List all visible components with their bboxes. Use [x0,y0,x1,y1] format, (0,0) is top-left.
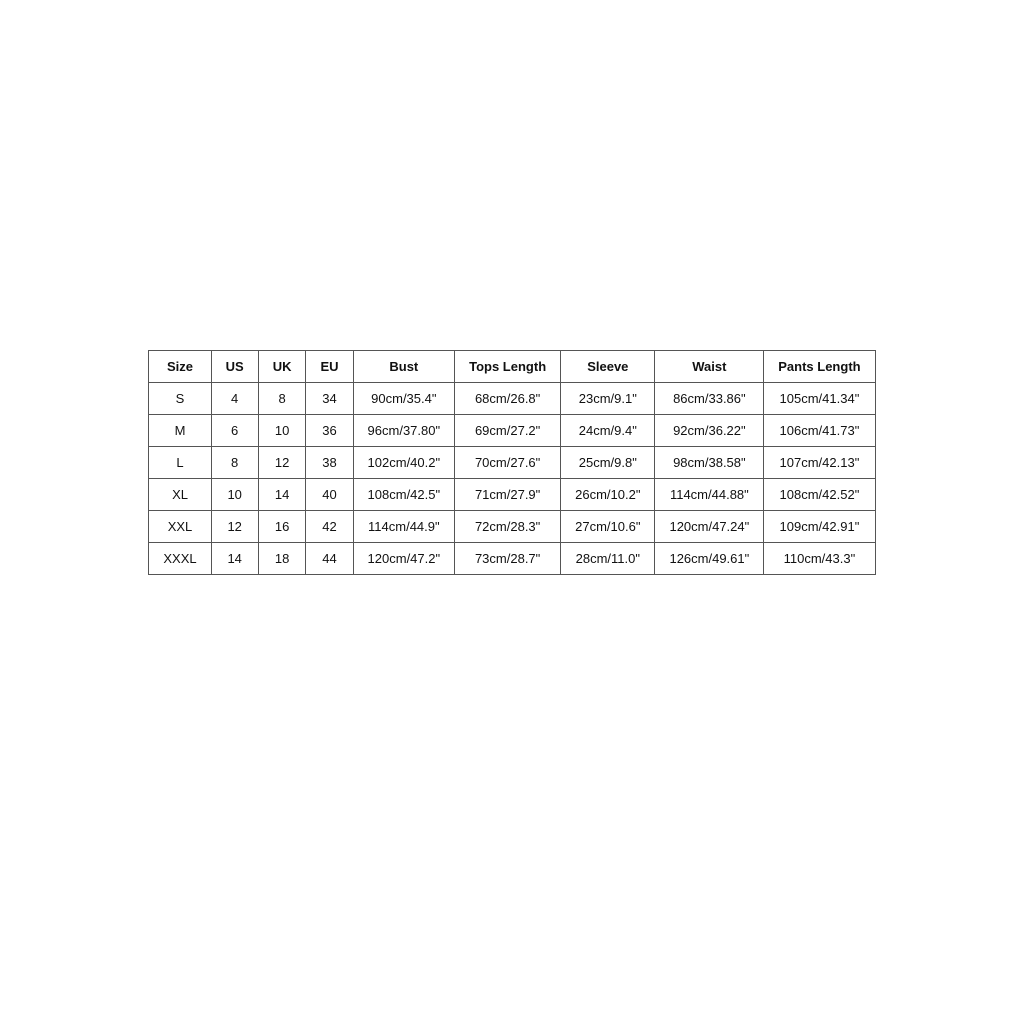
table-row: XL101440108cm/42.5"71cm/27.9"26cm/10.2"1… [149,478,875,510]
cell-pants-length: 107cm/42.13" [764,446,875,478]
cell-size: S [149,382,211,414]
col-header-eu: EU [306,350,353,382]
cell-us: 6 [211,414,258,446]
cell-us: 4 [211,382,258,414]
cell-pants-length: 106cm/41.73" [764,414,875,446]
cell-waist: 126cm/49.61" [655,542,764,574]
cell-uk: 8 [258,382,306,414]
cell-tops-length: 68cm/26.8" [455,382,561,414]
cell-pants-length: 109cm/42.91" [764,510,875,542]
cell-eu: 38 [306,446,353,478]
cell-bust: 108cm/42.5" [353,478,455,510]
cell-pants-length: 110cm/43.3" [764,542,875,574]
table-row: M6103696cm/37.80"69cm/27.2"24cm/9.4"92cm… [149,414,875,446]
cell-size: L [149,446,211,478]
col-header-sleeve: Sleeve [561,350,655,382]
cell-bust: 96cm/37.80" [353,414,455,446]
cell-waist: 86cm/33.86" [655,382,764,414]
cell-uk: 16 [258,510,306,542]
table-row: L81238102cm/40.2"70cm/27.6"25cm/9.8"98cm… [149,446,875,478]
cell-us: 8 [211,446,258,478]
cell-sleeve: 27cm/10.6" [561,510,655,542]
cell-bust: 114cm/44.9" [353,510,455,542]
cell-sleeve: 23cm/9.1" [561,382,655,414]
cell-tops-length: 71cm/27.9" [455,478,561,510]
cell-waist: 114cm/44.88" [655,478,764,510]
col-header-size: Size [149,350,211,382]
cell-size: M [149,414,211,446]
cell-eu: 42 [306,510,353,542]
col-header-bust: Bust [353,350,455,382]
cell-bust: 90cm/35.4" [353,382,455,414]
cell-us: 12 [211,510,258,542]
cell-uk: 10 [258,414,306,446]
cell-uk: 12 [258,446,306,478]
col-header-pants-length: Pants Length [764,350,875,382]
cell-bust: 102cm/40.2" [353,446,455,478]
cell-tops-length: 73cm/28.7" [455,542,561,574]
cell-sleeve: 24cm/9.4" [561,414,655,446]
cell-tops-length: 69cm/27.2" [455,414,561,446]
size-chart-table: Size US UK EU Bust Tops Length Sleeve Wa… [148,350,875,575]
cell-waist: 120cm/47.24" [655,510,764,542]
cell-tops-length: 70cm/27.6" [455,446,561,478]
cell-eu: 40 [306,478,353,510]
cell-size: XXL [149,510,211,542]
cell-size: XL [149,478,211,510]
col-header-tops-length: Tops Length [455,350,561,382]
cell-uk: 18 [258,542,306,574]
cell-us: 10 [211,478,258,510]
cell-sleeve: 25cm/9.8" [561,446,655,478]
cell-pants-length: 108cm/42.52" [764,478,875,510]
table-row: XXL121642114cm/44.9"72cm/28.3"27cm/10.6"… [149,510,875,542]
col-header-uk: UK [258,350,306,382]
cell-waist: 98cm/38.58" [655,446,764,478]
col-header-waist: Waist [655,350,764,382]
cell-us: 14 [211,542,258,574]
cell-sleeve: 26cm/10.2" [561,478,655,510]
cell-tops-length: 72cm/28.3" [455,510,561,542]
cell-size: XXXL [149,542,211,574]
cell-bust: 120cm/47.2" [353,542,455,574]
table-row: XXXL141844120cm/47.2"73cm/28.7"28cm/11.0… [149,542,875,574]
cell-waist: 92cm/36.22" [655,414,764,446]
cell-eu: 36 [306,414,353,446]
cell-eu: 34 [306,382,353,414]
cell-uk: 14 [258,478,306,510]
cell-eu: 44 [306,542,353,574]
cell-sleeve: 28cm/11.0" [561,542,655,574]
table-body: S483490cm/35.4"68cm/26.8"23cm/9.1"86cm/3… [149,382,875,574]
col-header-us: US [211,350,258,382]
size-chart-container: Size US UK EU Bust Tops Length Sleeve Wa… [148,350,875,575]
table-header-row: Size US UK EU Bust Tops Length Sleeve Wa… [149,350,875,382]
table-row: S483490cm/35.4"68cm/26.8"23cm/9.1"86cm/3… [149,382,875,414]
cell-pants-length: 105cm/41.34" [764,382,875,414]
